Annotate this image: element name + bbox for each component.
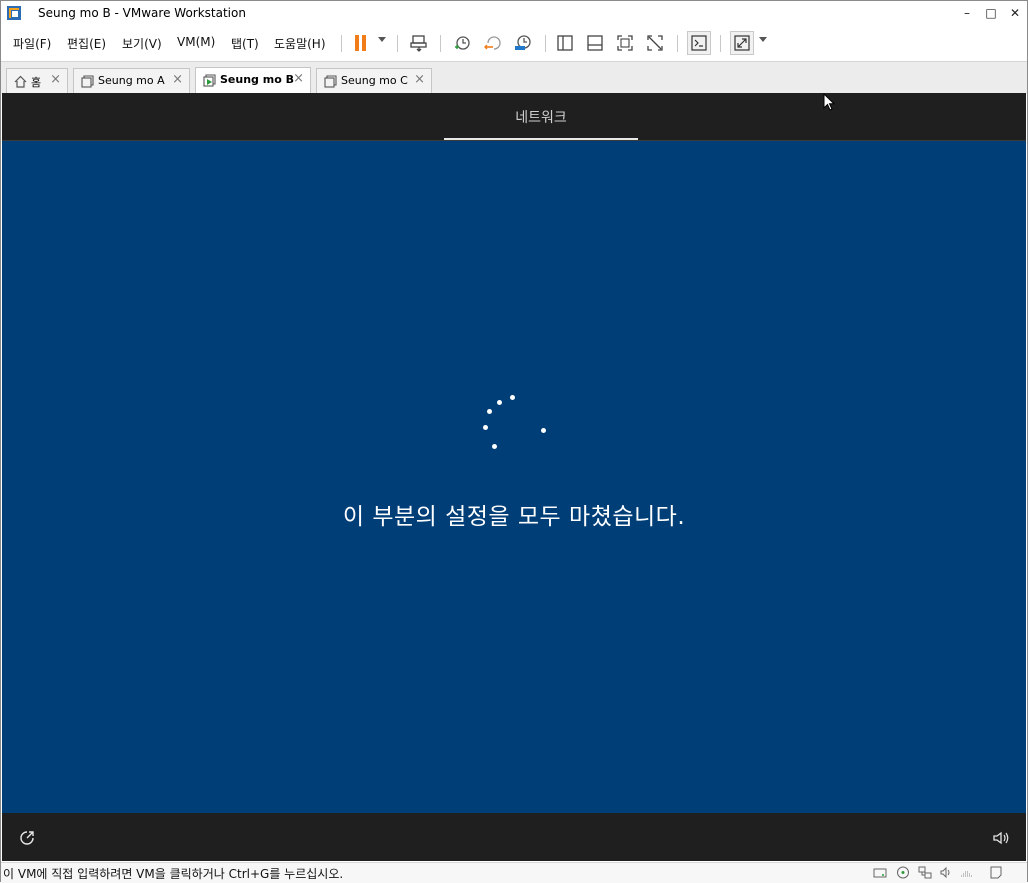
tab-label: 홈: [31, 76, 42, 89]
unity-button[interactable]: [643, 31, 667, 55]
close-button[interactable]: ✕: [1003, 3, 1027, 23]
menu-vm[interactable]: VM(M): [177, 35, 215, 49]
power-dropdown-icon[interactable]: [378, 37, 386, 42]
tab-close-icon[interactable]: ×: [293, 71, 304, 86]
status-bar: 이 VM에 직접 입력하려면 VM을 클릭하거나 Ctrl+G를 누르십시오.: [1, 862, 1027, 883]
toolbar-separator: [720, 35, 721, 52]
tab-close-icon[interactable]: ×: [50, 72, 61, 87]
toolbar-separator: [397, 35, 398, 52]
menu-toolbar: 파일(F) 편집(E) 보기(V) VM(M) 탭(T) 도움말(H): [1, 27, 1027, 59]
vm-running-icon: [203, 74, 216, 87]
console-view-button[interactable]: [687, 31, 711, 55]
oobe-footer: [2, 813, 1026, 861]
network-adapter-icon[interactable]: [918, 866, 932, 879]
hard-disk-icon[interactable]: [873, 866, 887, 879]
menu-view[interactable]: 보기(V): [122, 35, 162, 52]
take-snapshot-button[interactable]: [450, 31, 474, 55]
full-screen-icon: [617, 35, 633, 51]
display-icon[interactable]: [960, 866, 974, 879]
send-ctrl-alt-del-button[interactable]: [407, 31, 431, 55]
cd-dvd-icon[interactable]: [896, 866, 910, 879]
menu-help[interactable]: 도움말(H): [274, 35, 326, 52]
tab-strip: 홈 × Seung mo A × Seung mo B × Seung mo C…: [1, 61, 1027, 94]
setup-complete-message: 이 부분의 설정을 모두 마쳤습니다.: [342, 504, 686, 530]
maximize-button[interactable]: □: [979, 3, 1003, 23]
tab-seung-mo-b[interactable]: Seung mo B ×: [195, 67, 311, 94]
pause-button[interactable]: [349, 31, 373, 55]
snapshot-manager-icon: [515, 35, 531, 50]
window-title: Seung mo B - VMware Workstation: [38, 6, 246, 20]
status-message: 이 VM에 직접 입력하려면 VM을 클릭하거나 Ctrl+G를 누르십시오.: [3, 867, 344, 881]
thumbnail-bar-button[interactable]: [583, 31, 607, 55]
title-bar: Seung mo B - VMware Workstation – □ ✕: [1, 1, 1027, 27]
show-library-button[interactable]: [553, 31, 577, 55]
network-tab-label: 네트워크: [515, 110, 567, 126]
menu-edit[interactable]: 편집(E): [67, 35, 106, 52]
toolbar-separator: [341, 35, 342, 52]
tab-seung-mo-c[interactable]: Seung mo C ×: [316, 68, 432, 94]
send-ctrl-alt-del-icon: [410, 35, 427, 52]
vm-icon: [81, 75, 94, 88]
tab-seung-mo-a[interactable]: Seung mo A ×: [73, 68, 190, 94]
revert-snapshot-icon: [484, 36, 501, 50]
vmware-logo-icon: [7, 6, 21, 20]
stretch-guest-icon: [734, 35, 750, 51]
mouse-cursor-icon: [823, 93, 837, 113]
toolbar-separator: [440, 35, 441, 52]
minimize-button[interactable]: –: [955, 3, 979, 23]
revert-snapshot-button[interactable]: [481, 31, 505, 55]
toolbar-separator: [545, 35, 546, 52]
ease-of-access-icon[interactable]: [18, 829, 36, 847]
sound-card-icon[interactable]: [939, 866, 953, 879]
full-screen-button[interactable]: [613, 31, 637, 55]
tab-home[interactable]: 홈 ×: [6, 68, 68, 94]
message-log-icon[interactable]: [989, 866, 1003, 879]
stretch-guest-button[interactable]: [730, 31, 754, 55]
home-icon: [14, 75, 27, 88]
show-library-icon: [557, 35, 573, 51]
menu-tabs[interactable]: 탭(T): [231, 35, 259, 52]
tab-label: Seung mo A: [98, 74, 165, 87]
volume-icon[interactable]: [992, 829, 1010, 847]
vm-icon: [324, 75, 337, 88]
toolbar-separator: [677, 35, 678, 52]
tab-network: 네트워크: [444, 93, 638, 140]
tab-close-icon[interactable]: ×: [414, 72, 425, 87]
console-view-icon: [691, 35, 707, 51]
vm-guest-screen[interactable]: 이 부분의 설정을 모두 마쳤습니다.: [2, 141, 1026, 813]
menu-file[interactable]: 파일(F): [13, 35, 51, 52]
vmware-window: Seung mo B - VMware Workstation – □ ✕ 파일…: [0, 0, 1028, 883]
view-dropdown-icon[interactable]: [759, 37, 767, 42]
snapshot-manager-button[interactable]: [511, 31, 535, 55]
tab-label: Seung mo B: [220, 73, 294, 86]
pause-icon: [355, 35, 366, 51]
snapshot-icon: [455, 36, 470, 50]
tab-label: Seung mo C: [341, 74, 408, 87]
oobe-header: 네트워크: [2, 93, 1026, 140]
unity-icon: [647, 35, 663, 51]
loading-spinner: [479, 391, 549, 453]
thumbnail-bar-icon: [587, 35, 603, 51]
tab-close-icon[interactable]: ×: [172, 72, 183, 87]
